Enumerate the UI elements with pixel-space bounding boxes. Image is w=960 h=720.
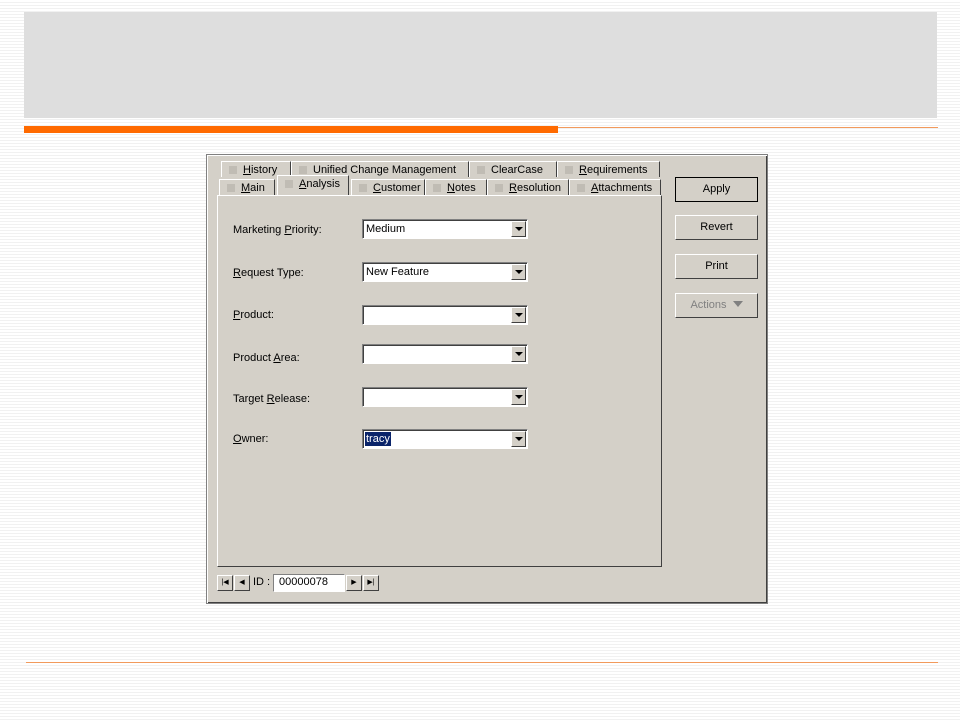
- chevron-down-icon[interactable]: [511, 389, 526, 405]
- tab-main[interactable]: Main: [219, 179, 275, 195]
- owner-label: Owner:: [233, 433, 269, 445]
- owner-dropdown[interactable]: tracy: [362, 429, 528, 449]
- actions-button[interactable]: Actions: [675, 293, 758, 318]
- chevron-down-icon[interactable]: [511, 307, 526, 323]
- tab-square-icon: [359, 184, 367, 192]
- triangle-down-icon: [732, 301, 743, 307]
- tab-square-icon: [433, 184, 441, 192]
- revert-button[interactable]: Revert: [675, 215, 758, 240]
- target-release-label: Target Release:: [233, 393, 311, 405]
- chevron-down-icon[interactable]: [511, 264, 526, 280]
- chevron-down-icon[interactable]: [511, 346, 526, 362]
- accent-line-top: [558, 127, 938, 128]
- next-record-icon[interactable]: ▶: [346, 575, 362, 591]
- request-type-label: Request Type:: [233, 267, 304, 279]
- tab-customer[interactable]: Customer: [351, 179, 425, 195]
- record-form-dialog: History Unified Change Management ClearC…: [206, 154, 768, 604]
- request-type-dropdown[interactable]: New Feature: [362, 262, 528, 282]
- last-record-icon[interactable]: ▶|: [363, 575, 379, 591]
- chevron-down-icon[interactable]: [511, 431, 526, 447]
- marketing-priority-label: Marketing Priority:: [233, 224, 322, 236]
- tab-square-icon: [227, 184, 235, 192]
- first-record-icon[interactable]: |◀: [217, 575, 233, 591]
- tab-square-icon: [477, 166, 485, 174]
- tab-square-icon: [577, 184, 585, 192]
- tab-square-icon: [495, 184, 503, 192]
- tab-notes[interactable]: Notes: [425, 179, 487, 195]
- product-label: Product:: [233, 309, 274, 321]
- tab-analysis[interactable]: Analysis: [277, 175, 349, 195]
- target-release-dropdown[interactable]: [362, 387, 528, 407]
- analysis-panel: Marketing Priority: Medium Request Type:…: [217, 195, 662, 567]
- marketing-priority-dropdown[interactable]: Medium: [362, 219, 528, 239]
- tab-attachments[interactable]: Attachments: [569, 179, 661, 195]
- apply-button[interactable]: Apply: [675, 177, 758, 202]
- tab-square-icon: [299, 166, 307, 174]
- accent-line-bottom: [26, 662, 938, 663]
- tab-square-icon: [565, 166, 573, 174]
- product-area-dropdown[interactable]: [362, 344, 528, 364]
- tab-resolution[interactable]: Resolution: [487, 179, 569, 195]
- product-dropdown[interactable]: [362, 305, 528, 325]
- tab-square-icon: [285, 180, 293, 188]
- previous-record-icon[interactable]: ◀: [234, 575, 250, 591]
- record-id-field[interactable]: 00000078: [273, 574, 345, 592]
- accent-bar: [24, 126, 558, 133]
- tab-clearcase[interactable]: ClearCase: [469, 161, 557, 177]
- print-button[interactable]: Print: [675, 254, 758, 279]
- product-area-label: Product Area:: [233, 352, 300, 364]
- tab-square-icon: [229, 166, 237, 174]
- slide-header-band: [24, 12, 937, 118]
- tab-requirements[interactable]: Requirements: [557, 161, 660, 177]
- id-label: ID :: [253, 576, 271, 588]
- chevron-down-icon[interactable]: [511, 221, 526, 237]
